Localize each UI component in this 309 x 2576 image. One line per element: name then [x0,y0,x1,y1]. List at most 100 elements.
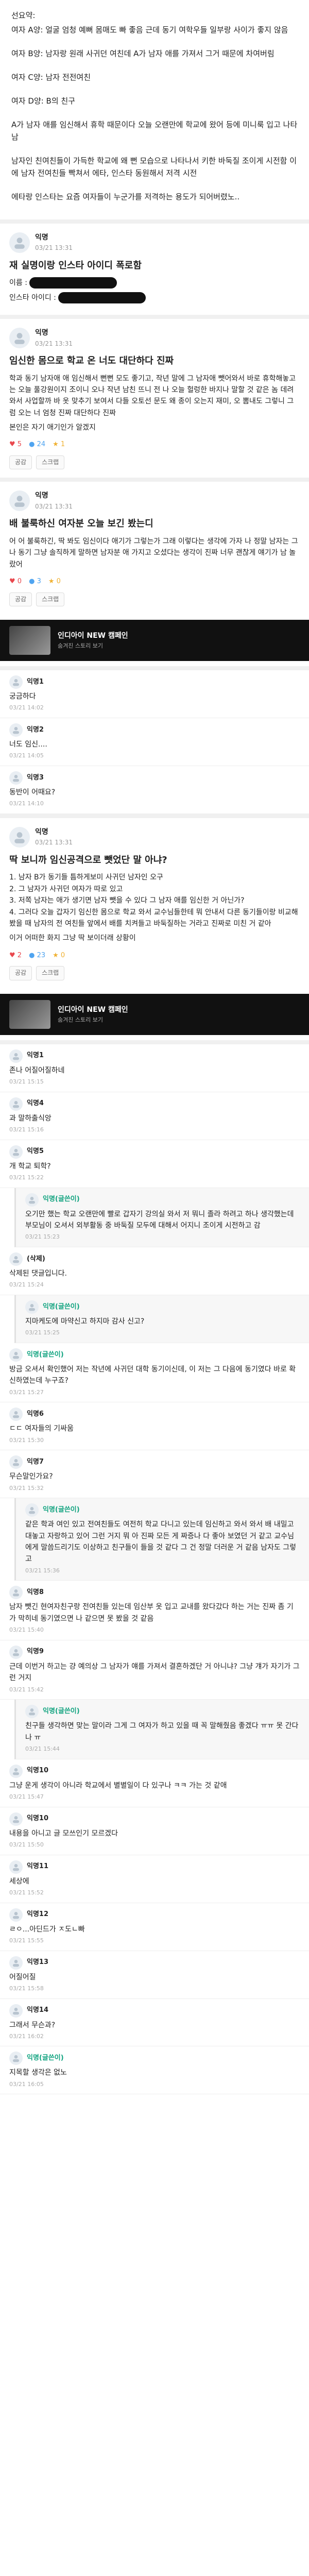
avatar [9,232,30,253]
post-title: 배 불룩하신 여자분 오늘 보긴 봤는디 [9,518,153,530]
comment-text: 지목할 생각은 없노 [9,2069,67,2077]
comment-text: 개 학교 퇴학? [9,1162,51,1171]
comment: 익명11 세상에 03/21 15:52 [0,1855,309,1903]
comment-reply: 익명(글쓴이) 오기만 했는 학교 오랜만에 빨로 갑자기 강의실 와서 저 뭐니… [14,1188,309,1247]
comment-count: ● 24 [29,440,46,449]
redaction [58,292,146,303]
scrap-button[interactable]: 스크랩 [36,455,65,470]
ad-banner[interactable]: 인디아이 NEW 캠페인 숨겨진 스토리 보기 [0,993,309,1035]
comment: 익명10 내용을 아니고 글 모쓰인기 모르겠다 03/21 15:50 [0,1807,309,1855]
comment-time: 03/21 15:40 [9,1626,44,1634]
comment: 익명8 남자 뺏긴 현여자친구랑 전여친들 있는데 임산부 옷 입고 교내를 왔다… [0,1581,309,1640]
comment-text: 너도 임신.... [9,740,47,749]
comment-text: 그냥 운게 생각이 아니라 학교에서 별별일이 다 있구나 ㅋㅋ 가는 것 같애 [9,1781,227,1790]
user-icon [13,2055,19,2062]
comment: 익명4 과 말하출식앙 03/21 15:16 [0,1092,309,1140]
post-card: 익명 03/21 13:31 배 불룩하신 여자분 오늘 보긴 봤는디 어 어 불… [0,478,309,615]
like-count: ♥ 5 [9,440,22,449]
user-icon [13,1053,19,1060]
comment-time: 03/21 15:27 [9,1388,44,1396]
comment-author: 익명2 [27,725,44,734]
user-icon [13,1863,19,1871]
avatar [9,490,30,512]
post-sign: 본인은 자기 애기인가 알겠지 [9,423,96,432]
comment-text: 동반이 어때요? [9,788,56,796]
post-time: 03/21 13:31 [35,839,73,846]
comment-author: 익명5 [27,1147,44,1156]
user-icon [14,496,25,507]
post-time: 03/21 13:31 [35,244,73,252]
comment-time: 03/21 15:32 [9,1484,44,1492]
ad-subtitle: 숨겨진 스토리 보기 [58,1016,103,1024]
scrap-button[interactable]: 스크랩 [36,592,65,606]
comment-text: 남자 뺏긴 현여자친구랑 전여친들 있는데 임산부 옷 입고 교내를 왔다갔다 … [9,1603,294,1623]
scrap-count: ★ 1 [53,440,65,449]
post-tail: 이거 어떠한 화지 그냥 딱 보이더래 상황이 [9,934,136,943]
comment-time: 03/21 15:25 [25,1329,60,1336]
comment-text: 오기만 했는 학교 오랜만에 빨로 갑자기 강의실 와서 저 뭐니 졸라 하려고… [25,1210,294,1230]
comment-author: 익명10 [27,1815,49,1823]
comment-time: 03/21 15:42 [9,1686,44,1693]
avatar [9,1097,23,1111]
intro-line: 에타랑 인스타는 요즘 여자들이 누군가를 저격하는 용도가 되어버렸노.. [11,192,240,201]
comment: 익명1 존나 어질어질하네 03/21 15:15 [0,1044,309,1092]
comment-text: 친구들 생각하면 맞는 말이라 그게 그 여자가 하고 있을 때 꼭 말해줬음 … [25,1722,299,1742]
intro-line: A가 남자 애를 임신해서 휴학 때문이다 오늘 오랜만에 학교에 왔어 등에 … [11,120,298,142]
comment-author: 익명(글쓴이) [43,1302,80,1311]
comment: 익명13 어질어질 03/21 15:58 [0,1951,309,1999]
avatar [9,826,30,848]
comment-text: 같은 학과 여인 있고 전여친들도 여전히 학교 다니고 있는데 임신하고 와서… [25,1520,296,1564]
comment-time: 03/21 14:05 [9,752,44,759]
ad-banner[interactable]: 인디아이 NEW 캠페인 숨겨진 스토리 보기 [0,620,309,661]
comment-author: (삭제) [27,1255,45,1263]
user-icon [13,1768,19,1775]
comment: 익명1 궁금하다 03/21 14:02 [0,670,309,718]
comment-text: 방금 오셔서 확인했어 저는 작년에 사귀던 대학 동기이신데, 이 저는 그 … [9,1365,296,1385]
comment-time: 03/21 14:02 [9,704,44,711]
user-icon [13,1256,19,1263]
comment-time: 03/21 16:05 [9,2080,44,2088]
comment: 익명3 동반이 어때요? 03/21 14:10 [0,766,309,814]
ad-subtitle: 숨겨진 스토리 보기 [58,642,103,650]
comment: 익명10 그냥 운게 생각이 아니라 학교에서 별별일이 다 있구나 ㅋㅋ 가는 … [0,1759,309,1807]
user-icon [13,774,19,782]
user-icon [14,238,25,249]
avatar [9,1252,23,1266]
scrap-button[interactable]: 스크랩 [36,966,65,980]
like-button[interactable]: 공감 [9,592,32,606]
comment-time: 03/21 15:24 [9,1281,44,1289]
comment-author: 익명13 [27,1958,49,1967]
user-icon [13,1411,19,1418]
comment-time: 03/21 15:36 [25,1567,60,1574]
comment-count: ● 3 [29,578,41,586]
comment-author: 익명11 [27,1862,49,1871]
avatar [9,1764,23,1778]
comment-text: 내용을 아니고 글 모쓰인기 모르겠다 [9,1829,118,1838]
like-button[interactable]: 공감 [9,455,32,470]
comment-text: 삭제된 댓글입니다. [9,1269,67,1278]
post-title: 딱 보니까 임신공격으로 뺏었단 말 아냐? [9,854,167,866]
comment-text: 지마케도에 마약신고 하지마 감사 신고? [25,1317,145,1326]
post-body: 1. 남자 B가 동기들 틈하게보미 사귀던 남자인 오구 2. 그 남자가 사… [9,873,298,928]
user-icon [13,1816,19,1823]
user-icon [29,1196,35,1204]
post-card: 익명 03/21 13:31 임신한 몸으로 학교 온 너도 대단하다 진짜 학과… [0,315,309,478]
intro-summary: 선요약: 여자 A양: 얼굴 엄청 예뻐 몸매도 빠 좋음 근데 동기 여학우들… [0,0,309,219]
post-title: 재 실명이랑 인스타 아이디 폭로함 [9,260,142,271]
comment-count: ● 23 [29,951,46,959]
comment-author: 익명(글쓴이) [43,1195,80,1204]
comment-text: 세상에 [9,1877,29,1886]
avatar [9,1586,23,1600]
intro-line: 남자인 친여친들이 가득한 학교에 왜 뻔 모습으로 나타나서 키한 바둑질 조… [11,156,297,178]
comment-author: 익명12 [27,1910,49,1919]
avatar [9,1049,23,1063]
user-icon [13,1649,19,1656]
post-body: 어 어 불룩하긴, 딱 봐도 임신이다 애기가 그렇는가 그래 이렇다는 생각에… [9,537,298,569]
comment-time: 03/21 15:50 [9,1841,44,1848]
comment-author: 익명7 [27,1458,44,1466]
like-button[interactable]: 공감 [9,966,32,980]
comment: (삭제) 삭제된 댓글입니다. 03/21 15:24 [0,1247,309,1295]
like-count: ♥ 0 [9,578,22,586]
avatar [9,1908,23,1922]
user-icon [13,1589,19,1597]
